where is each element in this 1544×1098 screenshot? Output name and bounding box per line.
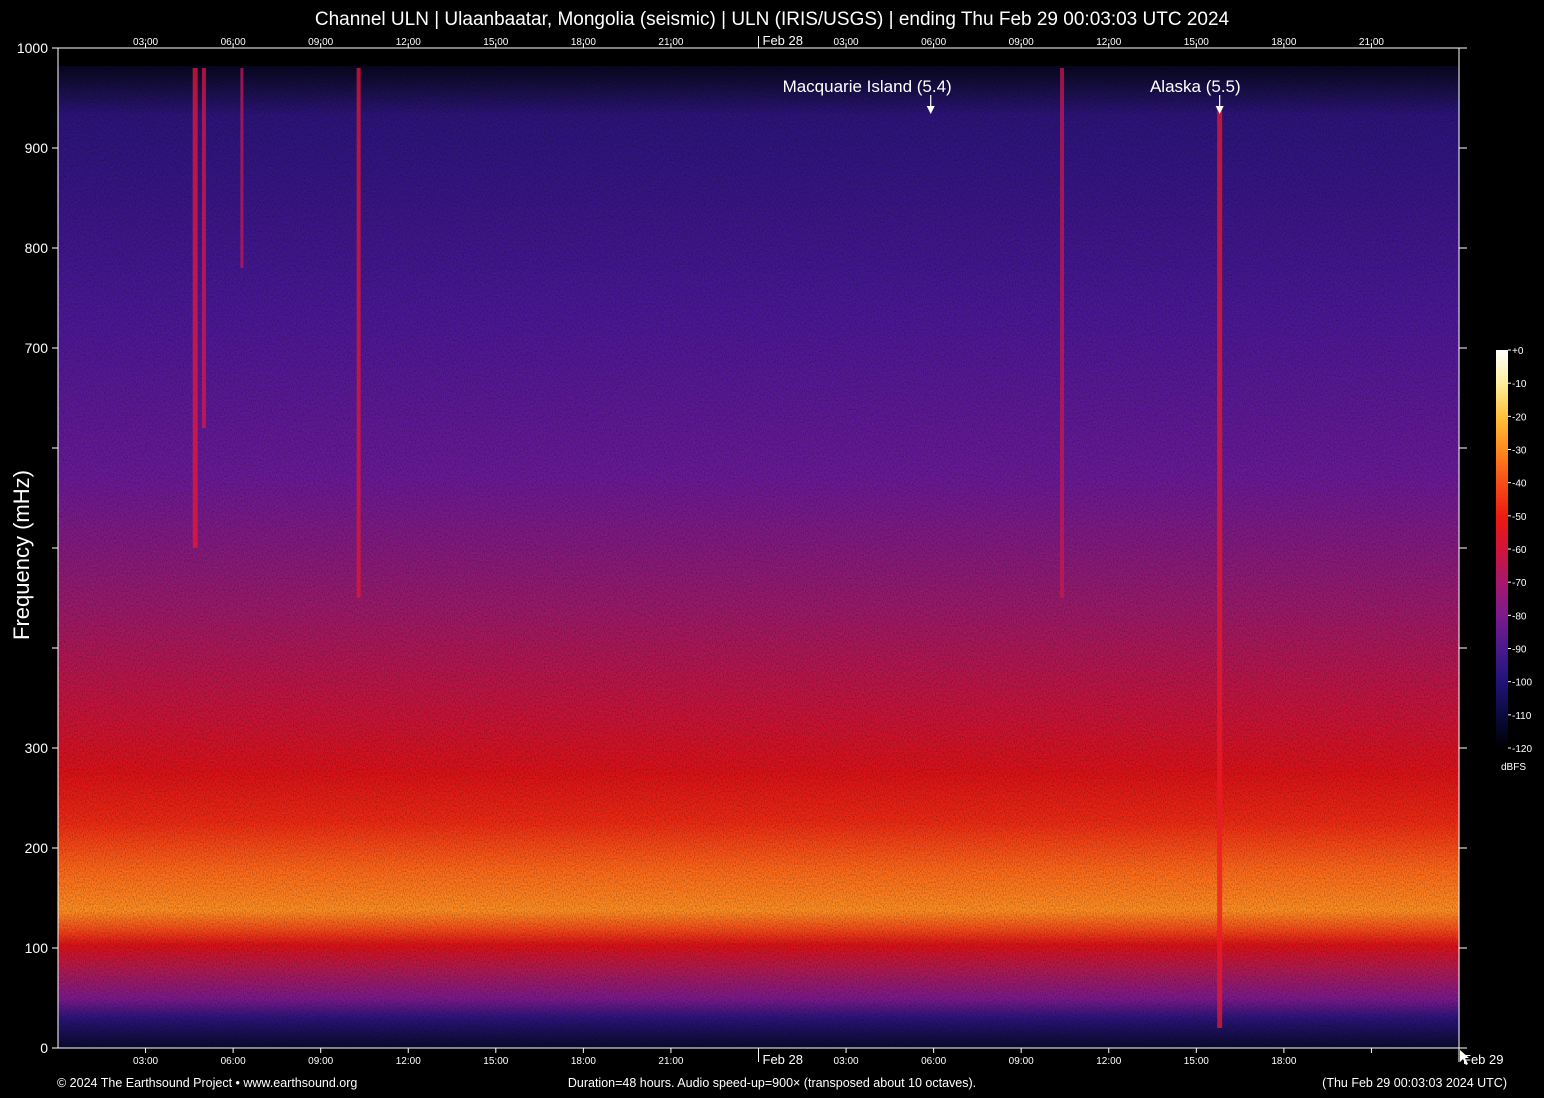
colorbar-tick-label: -80 bbox=[1512, 611, 1527, 622]
x-tick-label: 12:00 bbox=[396, 1056, 421, 1067]
footer-timestamp: (Thu Feb 29 00:03:03 2024 UTC) bbox=[1322, 1076, 1507, 1090]
x-tick-top-label: 06:00 bbox=[221, 37, 246, 48]
x-tick-label: Feb 29 bbox=[1463, 1052, 1503, 1067]
colorbar-tick-label: -90 bbox=[1512, 645, 1527, 656]
x-tick-label: 15:00 bbox=[1184, 1056, 1209, 1067]
y-tick-label: 800 bbox=[25, 240, 49, 256]
x-tick-label: 18:00 bbox=[571, 1056, 596, 1067]
x-tick-label: 18:00 bbox=[1271, 1056, 1296, 1067]
x-tick-label: 21:00 bbox=[658, 1056, 683, 1067]
x-tick-top-label: 18:00 bbox=[571, 37, 596, 48]
x-tick-label: 03:00 bbox=[834, 1056, 859, 1067]
event-annotation-label: Macquarie Island (5.4) bbox=[783, 77, 952, 96]
colorbar-tick-label: -20 bbox=[1512, 412, 1527, 423]
x-tick-label: 09:00 bbox=[1009, 1056, 1034, 1067]
event-streak bbox=[240, 68, 244, 268]
colorbar-unit-label: dBFS bbox=[1501, 762, 1527, 773]
colorbar-tick-label: -70 bbox=[1512, 578, 1527, 589]
colorbar-tick-label: +0 bbox=[1512, 346, 1524, 357]
y-tick-label: 0 bbox=[40, 1040, 48, 1056]
x-tick-label: 15:00 bbox=[483, 1056, 508, 1067]
y-tick-label: 100 bbox=[25, 940, 49, 956]
x-tick-top-label: 21:00 bbox=[1359, 37, 1384, 48]
spectrogram-chart: Macquarie Island (5.4) Alaska (5.5) 0 100 2… bbox=[17, 33, 1533, 1067]
x-tick-top-label: 03:00 bbox=[834, 37, 859, 48]
event-streak bbox=[201, 68, 206, 428]
x-tick-top-label: 03:00 bbox=[133, 37, 158, 48]
x-tick-label: 09:00 bbox=[308, 1056, 333, 1067]
x-tick-top-label: 06:00 bbox=[921, 37, 946, 48]
x-tick-top-label: 09:00 bbox=[1009, 37, 1034, 48]
colorbar-tick-label: -30 bbox=[1512, 446, 1527, 457]
x-tick-top-label: 12:00 bbox=[1096, 37, 1121, 48]
x-tick-top-label: 09:00 bbox=[308, 37, 333, 48]
y-tick-label: 300 bbox=[25, 740, 49, 756]
colorbar-tick-label: -120 bbox=[1512, 744, 1532, 755]
x-tick-top-label: 21:00 bbox=[658, 37, 683, 48]
event-annotation-label: Alaska (5.5) bbox=[1150, 77, 1241, 96]
colorbar-gradient bbox=[1496, 350, 1508, 748]
chart-title: Channel ULN | Ulaanbaatar, Mongolia (sei… bbox=[314, 9, 1230, 30]
colorbar-tick-label: -100 bbox=[1512, 678, 1532, 689]
x-tick-top-label: 18:00 bbox=[1271, 37, 1296, 48]
event-streak bbox=[1060, 68, 1065, 598]
x-tick-top-label: 15:00 bbox=[1184, 37, 1209, 48]
y-tick-label: 1000 bbox=[17, 40, 48, 56]
plot-area bbox=[58, 66, 1459, 1048]
x-tick-label: Feb 28 bbox=[763, 1052, 803, 1067]
spectrogram-noise bbox=[58, 66, 1459, 1048]
colorbar: +0 -10 -20 -30 -40 -50 -60 -70 -80 -90 -100 -110 -12… bbox=[1496, 346, 1532, 755]
event-streak bbox=[356, 68, 361, 598]
colorbar-tick-label: -60 bbox=[1512, 545, 1527, 556]
y-tick-label: 700 bbox=[25, 340, 49, 356]
colorbar-tick-label: -10 bbox=[1512, 379, 1527, 390]
x-tick-label: 06:00 bbox=[221, 1056, 246, 1067]
colorbar-tick-label: -50 bbox=[1512, 512, 1527, 523]
x-tick-top-label: Feb 28 bbox=[763, 33, 803, 48]
colorbar-tick-label: -110 bbox=[1512, 711, 1532, 722]
y-tick-label: 900 bbox=[25, 140, 49, 156]
footer-duration: Duration=48 hours. Audio speed-up=900× (… bbox=[567, 1076, 977, 1090]
x-tick-label: 06:00 bbox=[921, 1056, 946, 1067]
x-tick-top-label: 15:00 bbox=[483, 37, 508, 48]
x-tick-label: 12:00 bbox=[1096, 1056, 1121, 1067]
y-axis-label: Frequency (mHz) bbox=[9, 470, 34, 640]
event-streak bbox=[1217, 108, 1223, 1028]
colorbar-tick-label: -40 bbox=[1512, 479, 1527, 490]
y-tick-label: 200 bbox=[25, 840, 49, 856]
x-tick-label: 03:00 bbox=[133, 1056, 158, 1067]
event-streak bbox=[192, 68, 198, 548]
x-tick-top-label: 12:00 bbox=[396, 37, 421, 48]
